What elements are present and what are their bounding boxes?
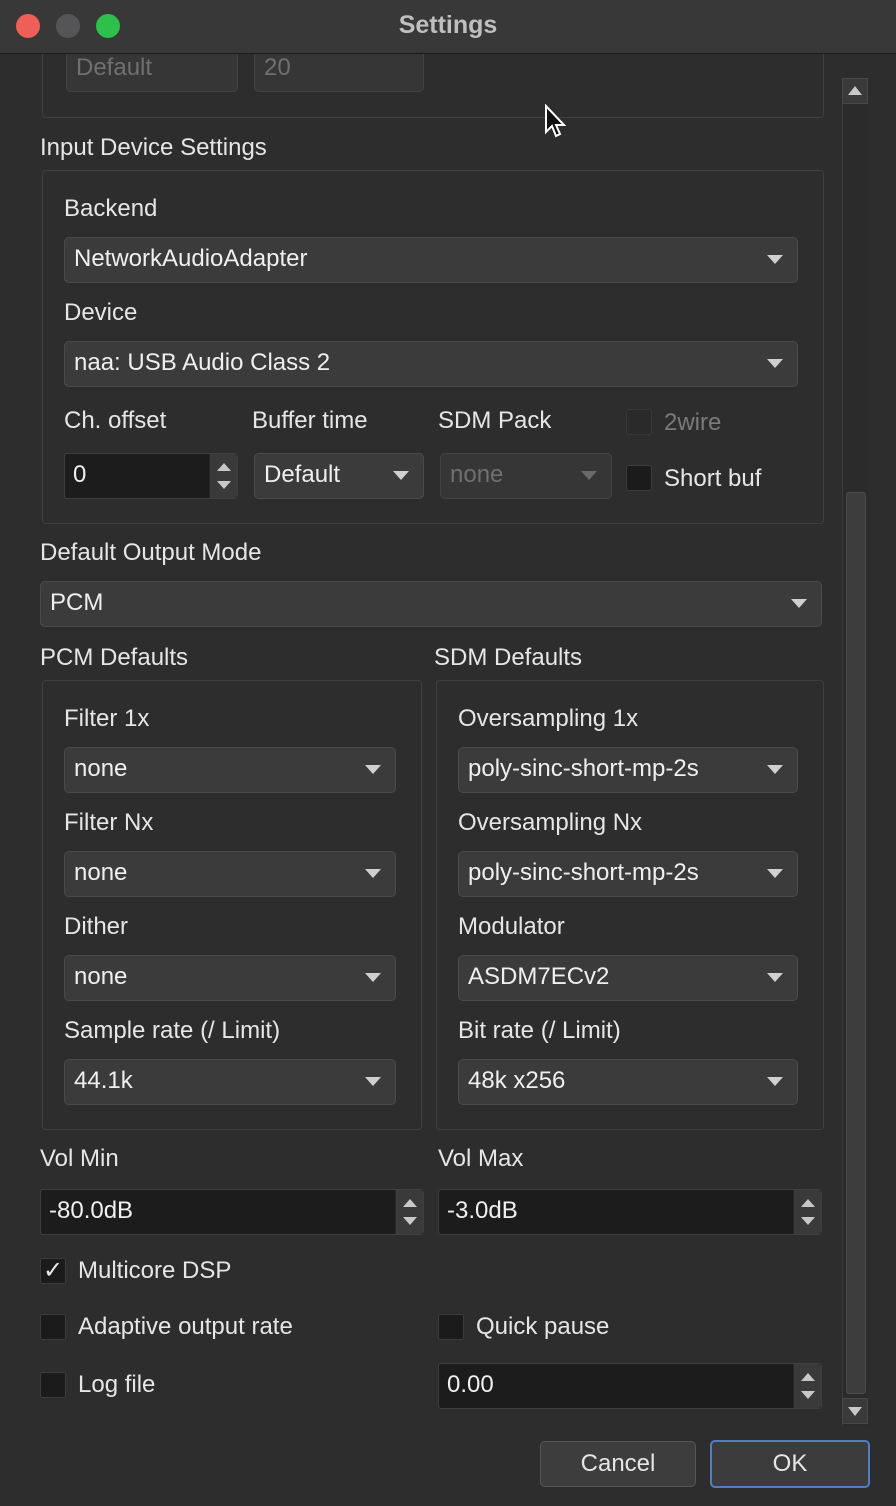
vol-min-label: Vol Min xyxy=(40,1145,119,1172)
chevron-down-icon xyxy=(767,255,783,264)
oversampling-nx-label: Oversampling Nx xyxy=(458,809,643,836)
arrow-up-icon xyxy=(848,86,862,95)
oversampling-1x-select[interactable]: poly-sinc-short-mp-2s xyxy=(458,747,798,793)
device-label: Device xyxy=(64,299,138,326)
arrow-down-icon xyxy=(848,1407,862,1416)
arrow-up-icon xyxy=(403,1199,417,1207)
vol-max-stepper[interactable] xyxy=(793,1190,821,1234)
scrollbar-thumb[interactable] xyxy=(846,492,866,1394)
buffer-time-select[interactable]: Default xyxy=(254,453,424,499)
pcm-defaults-title: PCM Defaults xyxy=(40,644,189,671)
window-title: Settings xyxy=(398,11,498,39)
arrow-down-icon xyxy=(801,1217,815,1225)
chevron-down-icon xyxy=(365,869,381,878)
chevron-down-icon xyxy=(767,765,783,774)
filter-nx-label: Filter Nx xyxy=(64,809,154,836)
device-select[interactable]: naa: USB Audio Class 2 xyxy=(64,341,798,387)
twowire-label: 2wire xyxy=(664,409,722,436)
output-mode-select[interactable]: PCM xyxy=(40,581,822,627)
scroll-down-button[interactable] xyxy=(842,1398,868,1424)
sdm-pack-label: SDM Pack xyxy=(438,407,552,434)
arrow-down-icon xyxy=(801,1391,815,1399)
arrow-up-icon xyxy=(801,1373,815,1381)
cancel-button[interactable]: Cancel xyxy=(540,1441,696,1487)
sample-rate-label: Sample rate (/ Limit) xyxy=(64,1017,281,1044)
sample-rate-select[interactable]: 44.1k xyxy=(64,1059,396,1105)
chevron-down-icon xyxy=(767,359,783,368)
adaptive-output-rate-label: Adaptive output rate xyxy=(78,1313,293,1340)
mouse-cursor-icon xyxy=(545,104,567,138)
chevron-down-icon xyxy=(393,471,409,480)
arrow-up-icon xyxy=(217,463,231,471)
bit-rate-select[interactable]: 48k x256 xyxy=(458,1059,798,1105)
backend-label: Backend xyxy=(64,195,158,222)
short-buf-checkbox[interactable] xyxy=(626,465,652,491)
log-file-checkbox[interactable] xyxy=(40,1372,66,1398)
vol-min-stepper[interactable] xyxy=(395,1190,423,1234)
modulator-select[interactable]: ASDM7ECv2 xyxy=(458,955,798,1001)
arrow-down-icon xyxy=(403,1217,417,1225)
log-file-label: Log file xyxy=(78,1371,156,1398)
short-buf-label: Short buf xyxy=(664,465,762,492)
ch-offset-spinbox[interactable]: 0 xyxy=(64,453,238,499)
dither-label: Dither xyxy=(64,913,129,940)
ok-button[interactable]: OK xyxy=(710,1440,870,1488)
chevron-down-icon xyxy=(365,765,381,774)
twowire-checkbox[interactable] xyxy=(626,409,652,435)
dither-select[interactable]: none xyxy=(64,955,396,1001)
previous-combo-left[interactable]: Default xyxy=(66,54,238,92)
title-bar: Settings xyxy=(0,0,896,54)
filter-nx-select[interactable]: none xyxy=(64,851,396,897)
settings-scroll-area: Default 20 Input Device Settings Backend… xyxy=(0,54,840,1428)
sdm-pack-select[interactable]: none xyxy=(440,453,612,499)
chevron-down-icon xyxy=(365,1077,381,1086)
output-mode-label: Default Output Mode xyxy=(40,539,262,566)
log-value-spinbox[interactable]: 0.00 xyxy=(438,1363,822,1409)
checkmark-icon: ✓ xyxy=(43,1257,64,1284)
modulator-label: Modulator xyxy=(458,913,565,940)
chevron-down-icon xyxy=(365,973,381,982)
arrow-up-icon xyxy=(801,1199,815,1207)
adaptive-output-rate-checkbox[interactable] xyxy=(40,1314,66,1340)
vol-min-spinbox[interactable]: -80.0dB xyxy=(40,1189,424,1235)
sdm-defaults-title: SDM Defaults xyxy=(434,644,583,671)
filter-1x-select[interactable]: none xyxy=(64,747,396,793)
multicore-dsp-checkbox[interactable]: ✓ xyxy=(40,1257,66,1284)
chevron-down-icon xyxy=(767,869,783,878)
arrow-down-icon xyxy=(217,481,231,489)
buffer-time-label: Buffer time xyxy=(252,407,368,434)
ch-offset-label: Ch. offset xyxy=(64,407,167,434)
oversampling-1x-label: Oversampling 1x xyxy=(458,705,639,732)
bit-rate-label: Bit rate (/ Limit) xyxy=(458,1017,621,1044)
quick-pause-label: Quick pause xyxy=(476,1313,610,1340)
backend-select[interactable]: NetworkAudioAdapter xyxy=(64,237,798,283)
vol-max-label: Vol Max xyxy=(438,1145,524,1172)
oversampling-nx-select[interactable]: poly-sinc-short-mp-2s xyxy=(458,851,798,897)
filter-1x-label: Filter 1x xyxy=(64,705,150,732)
multicore-dsp-label: Multicore DSP xyxy=(78,1257,232,1284)
ch-offset-stepper[interactable] xyxy=(209,454,237,498)
quick-pause-checkbox[interactable] xyxy=(438,1314,464,1340)
scroll-up-button[interactable] xyxy=(842,78,868,104)
chevron-down-icon xyxy=(767,973,783,982)
input-device-section-title: Input Device Settings xyxy=(40,134,267,161)
vol-max-spinbox[interactable]: -3.0dB xyxy=(438,1189,822,1235)
chevron-down-icon xyxy=(767,1077,783,1086)
chevron-down-icon xyxy=(791,599,807,608)
previous-combo-right[interactable]: 20 xyxy=(254,54,424,92)
chevron-down-icon xyxy=(581,471,597,480)
log-value-stepper[interactable] xyxy=(793,1364,821,1408)
